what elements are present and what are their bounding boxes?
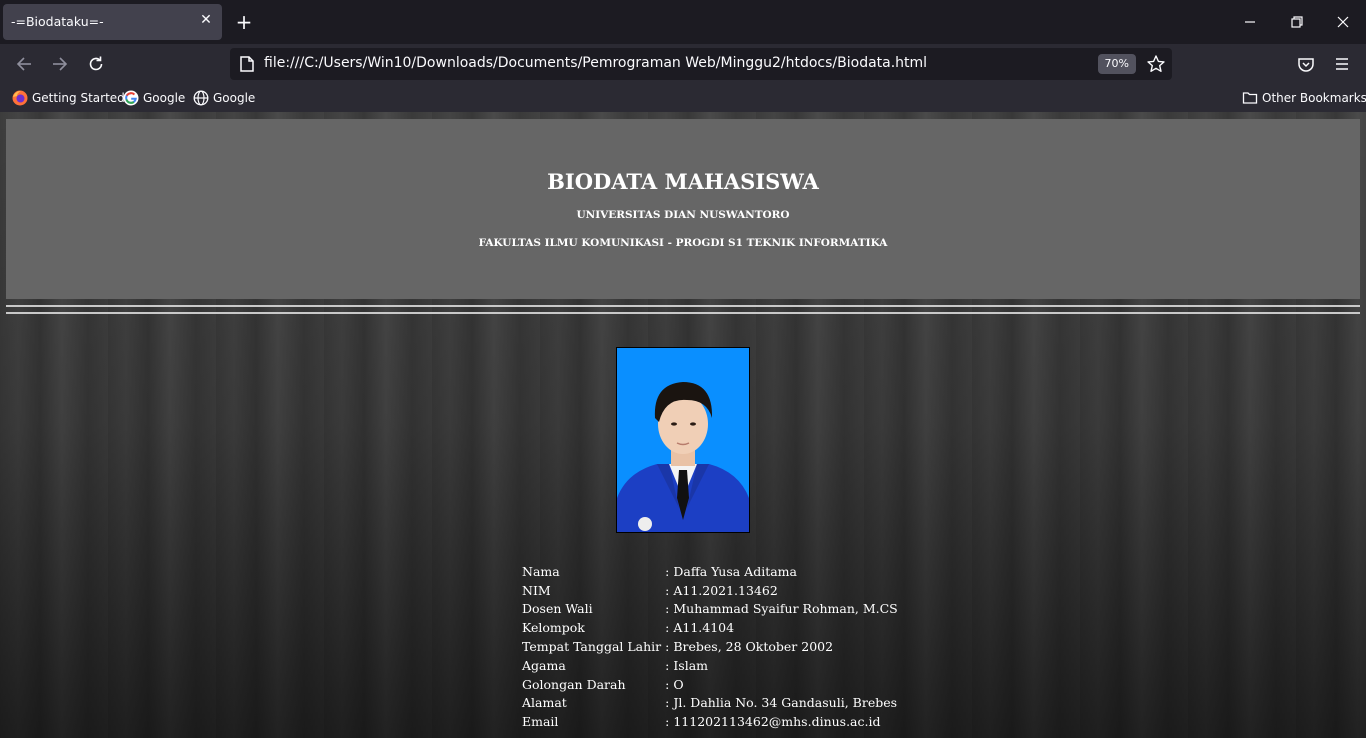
field-label: NIM bbox=[522, 582, 551, 598]
bookmark-label: Google bbox=[213, 91, 256, 105]
globe-icon bbox=[193, 90, 209, 106]
table-row: Email : 111202113462@mhs.dinus.ac.id bbox=[520, 712, 900, 731]
student-photo bbox=[616, 347, 750, 533]
student-portrait-image bbox=[617, 348, 749, 532]
other-bookmarks[interactable]: Other Bookmarks bbox=[1242, 90, 1366, 106]
bookmarks-toolbar: Getting Started Google Google Other Book… bbox=[0, 84, 1366, 112]
reload-icon[interactable] bbox=[86, 54, 106, 74]
field-value: : A11.2021.13462 bbox=[665, 582, 778, 598]
university-name: UNIVERSITAS DIAN NUSWANTORO bbox=[576, 209, 790, 221]
menu-icon[interactable] bbox=[1332, 54, 1352, 74]
field-label: Agama bbox=[522, 657, 566, 673]
new-tab-icon[interactable]: + bbox=[234, 12, 254, 32]
table-row: Agama : Islam bbox=[520, 656, 900, 675]
field-label: Email bbox=[522, 714, 559, 730]
table-row: Golongan Darah : O bbox=[520, 675, 900, 694]
page-content: BIODATA MAHASISWA UNIVERSITAS DIAN NUSWA… bbox=[0, 112, 1366, 738]
table-row: Nama : Daffa Yusa Aditama bbox=[520, 562, 900, 581]
minimize-icon[interactable] bbox=[1240, 12, 1260, 32]
field-label: Dosen Wali bbox=[522, 601, 593, 617]
bookmark-google-2[interactable]: Google bbox=[193, 90, 255, 106]
field-value: : Daffa Yusa Aditama bbox=[665, 563, 797, 579]
field-value: : Islam bbox=[665, 657, 708, 673]
google-icon bbox=[123, 90, 139, 106]
page-header: BIODATA MAHASISWA UNIVERSITAS DIAN NUSWA… bbox=[6, 119, 1360, 299]
page-icon bbox=[240, 56, 254, 72]
table-row: Dosen Wali : Muhammad Syaifur Rohman, M.… bbox=[520, 600, 900, 619]
firefox-icon bbox=[12, 90, 28, 106]
table-row: NIM : A11.2021.13462 bbox=[520, 581, 900, 600]
tab-bar: -=Biodataku=- ✕ + bbox=[0, 0, 1366, 44]
tab-title: -=Biodataku=- bbox=[11, 14, 104, 29]
field-label: Golongan Darah bbox=[522, 676, 626, 692]
bookmark-getting-started[interactable]: Getting Started bbox=[12, 90, 125, 106]
bookmark-google[interactable]: Google bbox=[123, 90, 185, 106]
folder-icon bbox=[1242, 92, 1258, 104]
pocket-icon[interactable] bbox=[1296, 54, 1316, 74]
bookmark-label: Getting Started bbox=[32, 91, 125, 105]
bookmark-star-icon[interactable] bbox=[1146, 54, 1166, 74]
field-label: Nama bbox=[522, 563, 560, 579]
field-value: : A11.4104 bbox=[665, 620, 735, 636]
zoom-level-button[interactable]: 70% bbox=[1097, 54, 1136, 74]
faculty-name: FAKULTAS ILMU KOMUNIKASI - PROGDI S1 TEK… bbox=[478, 237, 888, 249]
table-row: Kelompok : A11.4104 bbox=[520, 618, 900, 637]
field-label: Alamat bbox=[522, 695, 567, 711]
forward-icon[interactable] bbox=[50, 54, 70, 74]
field-value: : 111202113462@mhs.dinus.ac.id bbox=[665, 714, 881, 730]
profile-table: Nama : Daffa Yusa Aditama NIM : A11.2021… bbox=[520, 562, 900, 731]
field-value: : Jl. Dahlia No. 34 Gandasuli, Brebes bbox=[665, 695, 898, 711]
close-icon[interactable]: ✕ bbox=[198, 12, 214, 28]
field-value: : O bbox=[665, 676, 684, 692]
other-bookmarks-label: Other Bookmarks bbox=[1262, 91, 1366, 105]
field-label: Tempat Tanggal Lahir bbox=[522, 639, 662, 655]
address-bar[interactable]: file:///C:/Users/Win10/Downloads/Documen… bbox=[230, 48, 1172, 80]
url-text[interactable]: file:///C:/Users/Win10/Downloads/Documen… bbox=[264, 55, 927, 71]
field-value: : Muhammad Syaifur Rohman, M.CS bbox=[665, 601, 898, 617]
tab-biodataku[interactable]: -=Biodataku=- ✕ bbox=[3, 4, 222, 40]
back-icon[interactable] bbox=[14, 54, 34, 74]
restore-icon[interactable] bbox=[1287, 12, 1307, 32]
navigation-bar: file:///C:/Users/Win10/Downloads/Documen… bbox=[0, 44, 1366, 84]
field-label: Kelompok bbox=[522, 620, 585, 636]
field-value: : Brebes, 28 Oktober 2002 bbox=[665, 639, 834, 655]
divider-line bbox=[6, 312, 1360, 314]
table-row: Tempat Tanggal Lahir : Brebes, 28 Oktobe… bbox=[520, 637, 900, 656]
divider-line bbox=[6, 305, 1360, 307]
close-window-icon[interactable] bbox=[1333, 12, 1353, 32]
table-row: Alamat : Jl. Dahlia No. 34 Gandasuli, Br… bbox=[520, 694, 900, 713]
page-title: BIODATA MAHASISWA bbox=[547, 169, 819, 194]
bookmark-label: Google bbox=[143, 91, 186, 105]
